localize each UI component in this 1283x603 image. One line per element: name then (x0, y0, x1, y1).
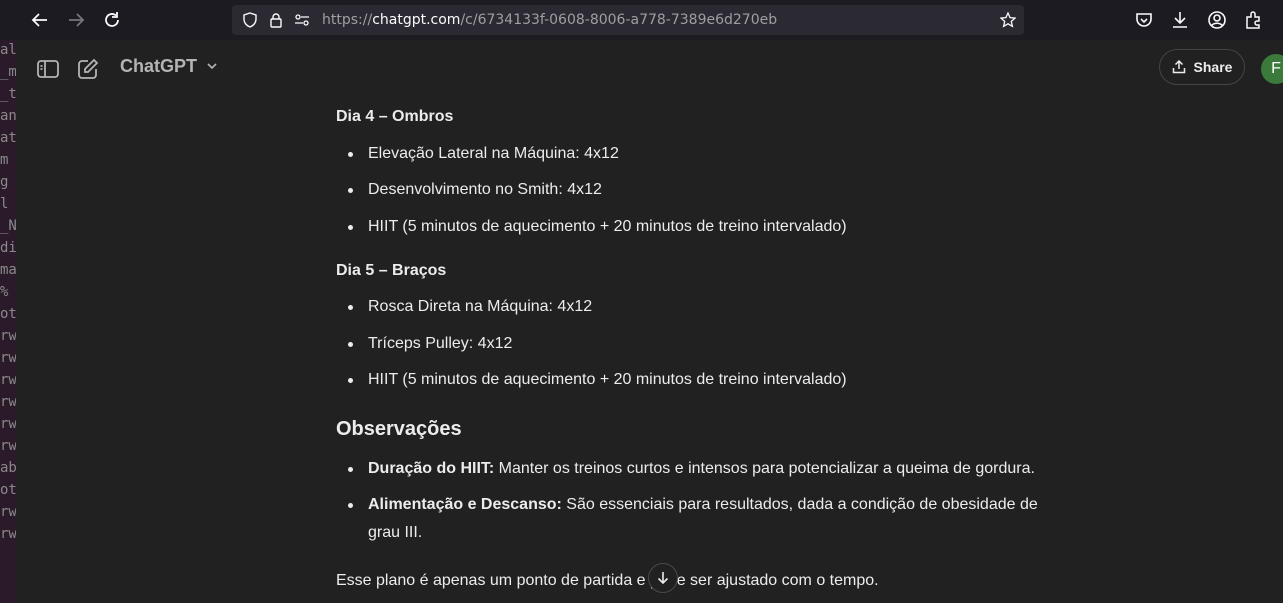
lock-icon[interactable] (268, 12, 284, 28)
background-text: an (0, 108, 16, 124)
list-item: HIIT (5 minutos de aquecimento + 20 minu… (348, 213, 1058, 241)
background-text: rw (0, 328, 16, 344)
list-item: Duração do HIIT: Manter os treinos curto… (348, 455, 1058, 483)
background-text: rw (0, 372, 16, 388)
bookmark-star-icon[interactable] (1000, 12, 1016, 28)
background-text: ab (0, 460, 16, 476)
list-item: Rosca Direta na Máquina: 4x12 (348, 293, 1058, 321)
closing-paragraph: Esse plano é apenas um ponto de partida … (336, 572, 879, 589)
model-selector[interactable]: ChatGPT (120, 56, 218, 77)
background-text: % (0, 284, 9, 300)
background-text: rw (0, 416, 16, 432)
arrow-down-icon (657, 572, 669, 585)
list-item: Alimentação e Descanso: São essenciais p… (348, 491, 1058, 547)
background-text: rw (0, 526, 16, 542)
list-item: Desenvolvimento no Smith: 4x12 (348, 176, 1058, 204)
pocket-icon[interactable] (1134, 10, 1154, 30)
day5-title: Dia 5 – Braços (336, 262, 447, 279)
chevron-down-icon (207, 63, 217, 70)
background-window-strip: Meal_m_tanatmgl_Ndima%otrwrwrwrwrwrwabot… (0, 40, 16, 603)
background-text: ma (0, 262, 16, 278)
reload-icon[interactable] (100, 8, 124, 32)
background-text: g (0, 174, 9, 190)
extensions-icon[interactable] (1243, 10, 1263, 30)
observations-heading: Observações (336, 418, 462, 440)
background-text: rw (0, 394, 16, 410)
background-text: rw (0, 504, 16, 520)
share-icon (1172, 60, 1185, 74)
scroll-to-bottom-button[interactable] (648, 563, 678, 593)
new-chat-icon[interactable] (76, 57, 100, 81)
browser-toolbar: https://chatgpt.com/c/6734133f-0608-8006… (0, 0, 1283, 40)
shield-icon[interactable] (242, 12, 258, 28)
url-bar[interactable]: https://chatgpt.com/c/6734133f-0608-8006… (232, 5, 1024, 35)
share-label: Share (1193, 59, 1233, 75)
background-text: _t (0, 86, 16, 102)
background-text: di (0, 240, 16, 256)
app-title: ChatGPT (120, 56, 198, 76)
background-text: _m (0, 64, 16, 80)
day4-title: Dia 4 – Ombros (336, 108, 454, 125)
background-text: _N (0, 218, 16, 234)
permissions-icon[interactable] (294, 12, 310, 28)
background-text: m (0, 152, 9, 168)
background-text: l (0, 196, 9, 212)
account-icon[interactable] (1207, 10, 1227, 30)
background-text: ot (0, 482, 16, 498)
forward-icon[interactable] (64, 8, 88, 32)
sidebar-toggle-icon[interactable] (36, 57, 60, 81)
list-item: HIIT (5 minutos de aquecimento + 20 minu… (348, 366, 1058, 394)
back-icon[interactable] (28, 8, 52, 32)
list-item: Elevação Lateral na Máquina: 4x12 (348, 140, 1058, 168)
background-text: at (0, 130, 16, 146)
download-icon[interactable] (1170, 10, 1190, 30)
background-text: ot (0, 306, 16, 322)
app-header: ChatGPT Share F (16, 40, 1283, 98)
background-text: rw (0, 438, 16, 454)
url-text[interactable]: https://chatgpt.com/c/6734133f-0608-8006… (322, 5, 777, 35)
background-text: al (0, 42, 16, 58)
share-button[interactable]: Share (1159, 49, 1245, 85)
list-item: Tríceps Pulley: 4x12 (348, 330, 1058, 358)
background-text: rw (0, 350, 16, 366)
avatar[interactable]: F (1261, 54, 1283, 84)
